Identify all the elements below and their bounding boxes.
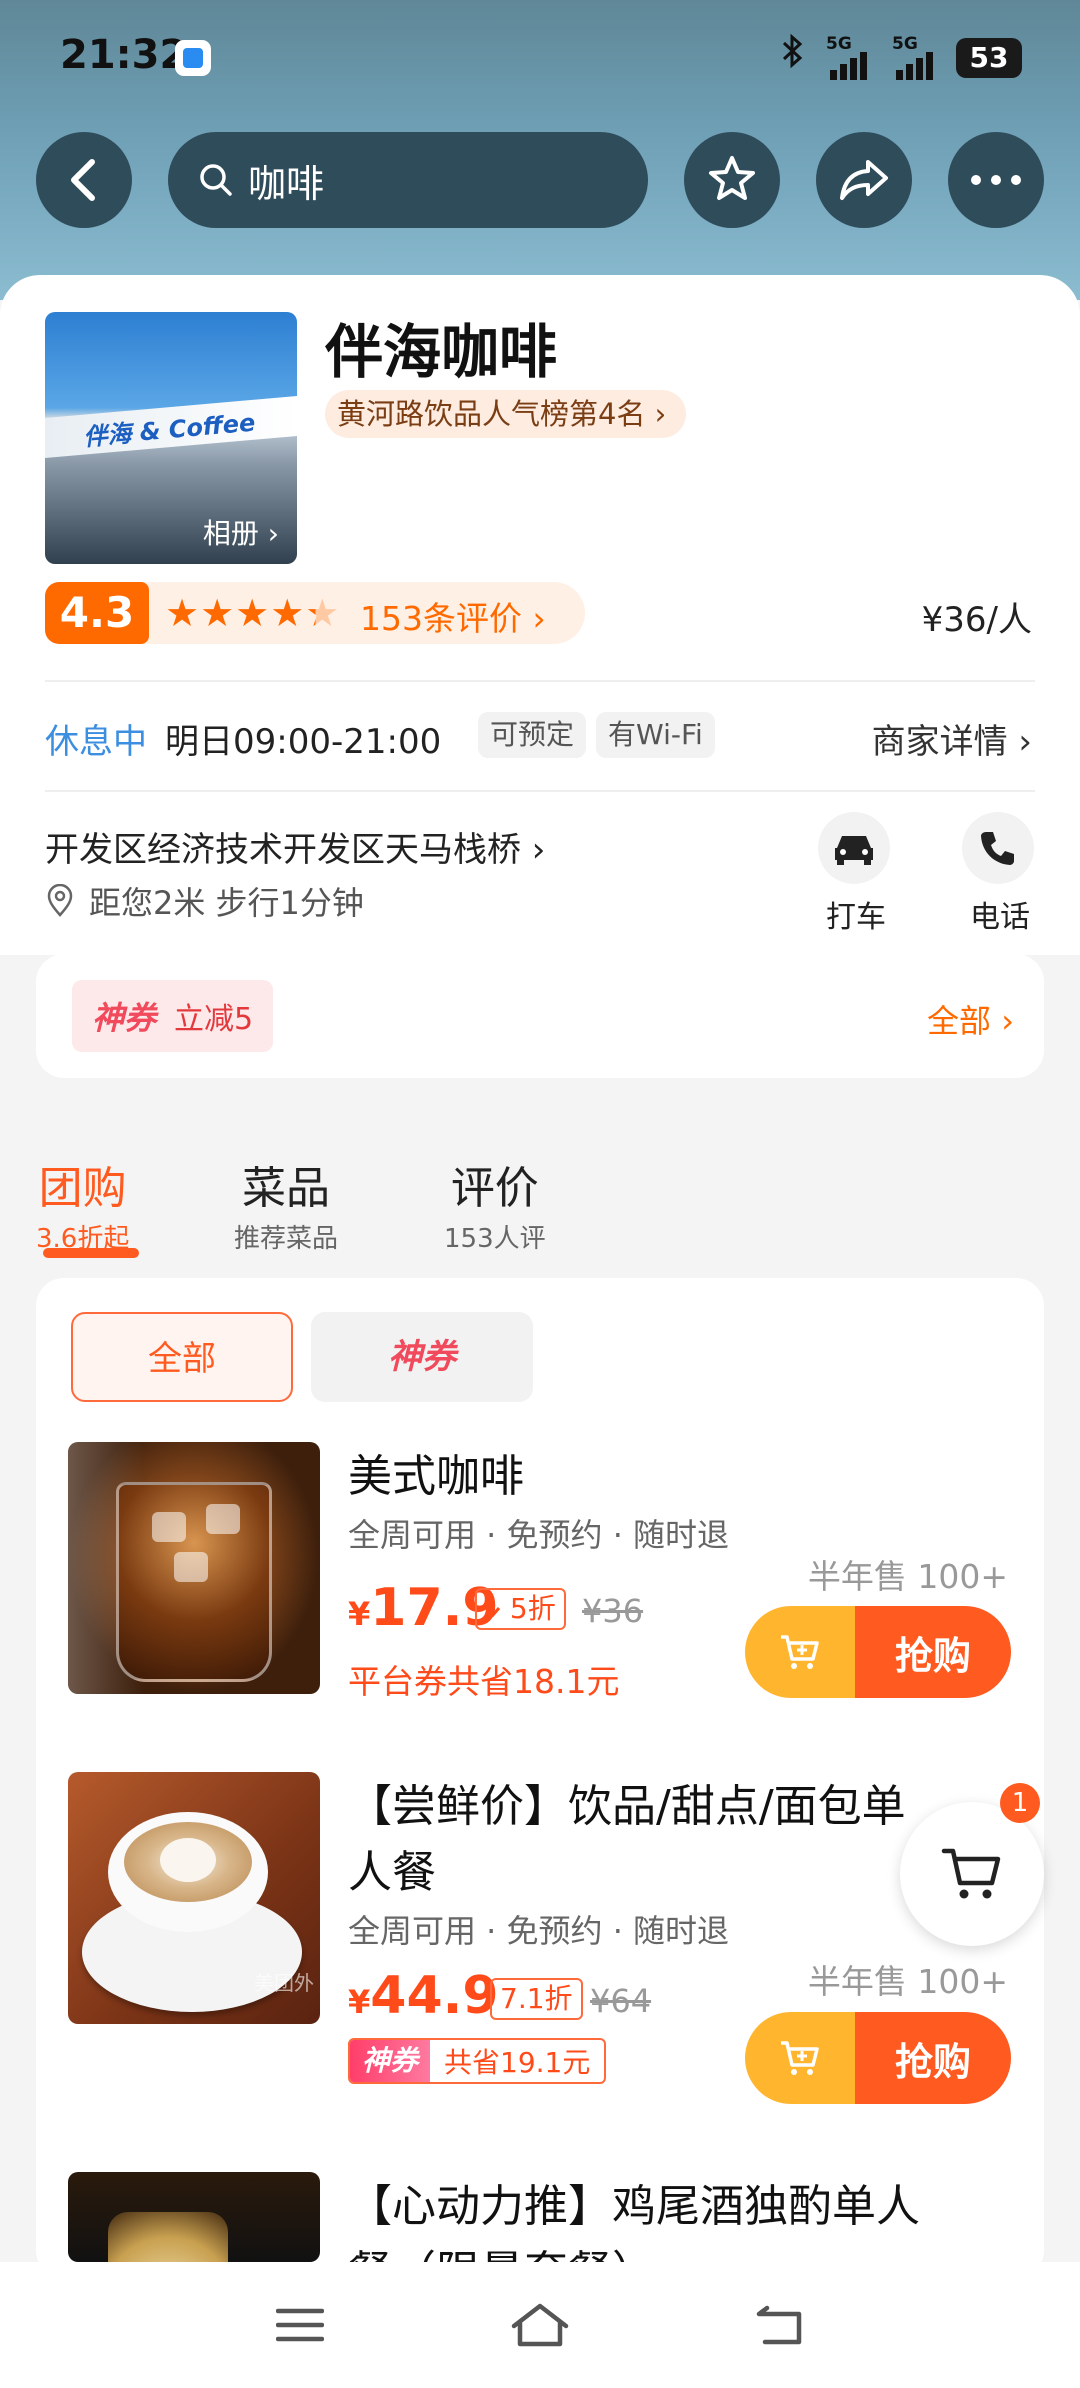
- down-arrow-icon: [485, 1598, 501, 1618]
- shop-detail-link[interactable]: 商家详情 ›: [872, 714, 1032, 763]
- home-nav-button[interactable]: [510, 2300, 570, 2350]
- phone-label: 电话: [970, 900, 1030, 935]
- filter-shen-coupon[interactable]: 神券: [311, 1312, 533, 1402]
- deal-title-line2[interactable]: 人餐: [348, 1836, 436, 1900]
- deal-subtitle: 全周可用 · 免预约 · 随时退: [348, 1516, 730, 1554]
- deal-sold: 半年售 100+: [807, 1962, 1008, 2001]
- back-button[interactable]: [36, 132, 132, 228]
- filter-all[interactable]: 全部: [71, 1312, 293, 1402]
- signal-icon: 5G: [826, 34, 890, 80]
- divider: [45, 790, 1035, 792]
- more-icon: [971, 175, 1021, 185]
- add-cart-icon[interactable]: [745, 2012, 855, 2104]
- coupon-all-link[interactable]: 全部 ›: [927, 996, 1014, 1042]
- cart-count-badge: 1: [1000, 1783, 1040, 1823]
- search-query: 咖啡: [248, 161, 325, 206]
- star-icon: [709, 156, 755, 200]
- back-nav-button[interactable]: [750, 2300, 810, 2350]
- car-icon: [835, 836, 873, 865]
- album-link[interactable]: 相册 ›: [203, 512, 279, 552]
- deal-discount-badge: 5折: [475, 1588, 566, 1630]
- deal-coupon-savings: 神券 共省19.1元: [348, 2038, 607, 2084]
- rank-badge[interactable]: 黄河路饮品人气榜第4名 ›: [325, 390, 687, 438]
- review-count: 153条评价 ›: [360, 599, 546, 638]
- home-icon: [511, 2303, 569, 2347]
- system-nav-bar: [0, 2262, 1080, 2388]
- back-arrow-icon: [71, 159, 95, 201]
- deal-image-americano[interactable]: [68, 1442, 320, 1694]
- deal-image-latte[interactable]: 美团外: [68, 1772, 320, 2024]
- shop-photo[interactable]: 伴海 & Coffee 相册 ›: [45, 312, 297, 564]
- signal-icon: 5G: [892, 34, 956, 80]
- avg-price: ¥36/人: [921, 600, 1032, 640]
- bluetooth-icon: [780, 33, 806, 77]
- coupon-offer: 立减5: [174, 1002, 254, 1037]
- floating-cart-button[interactable]: [900, 1802, 1044, 1946]
- distance-info: 距您2米 步行1分钟: [45, 878, 364, 924]
- tag-reservable: 可预定: [478, 712, 587, 758]
- cart-icon: [941, 1848, 1001, 1899]
- back-nav-icon: [756, 2305, 802, 2345]
- deal-title[interactable]: 美式咖啡: [348, 1440, 524, 1504]
- shop-name: 伴海咖啡: [325, 318, 558, 386]
- rating-score: 4.3: [45, 582, 149, 644]
- battery-indicator: 53: [956, 38, 1022, 78]
- open-status: 休息中: [45, 722, 147, 762]
- coupon-tag: 神券 立减5: [72, 980, 274, 1052]
- coupon-brand: 神券: [92, 999, 157, 1037]
- deal-title[interactable]: 【尝鲜价】饮品/甜点/面包单: [348, 1770, 906, 1834]
- deal-title-line2[interactable]: 餐（限量套餐）: [348, 2236, 656, 2262]
- share-icon: [840, 160, 888, 200]
- deal-image-cocktail[interactable]: [68, 2172, 320, 2262]
- status-bar: 21:32 5G 5G 53: [0, 0, 1080, 110]
- shop-address[interactable]: 开发区经济技术开发区天马栈桥 ›: [45, 822, 545, 871]
- phone-icon: [981, 832, 1014, 865]
- deal-savings: 平台券共省18.1元: [348, 1662, 620, 1701]
- deal-title[interactable]: 【心动力推】鸡尾酒独酌单人: [348, 2170, 920, 2234]
- deal-sold: 半年售 100+: [807, 1557, 1008, 1596]
- opening-hours: 明日09:00-21:00: [165, 722, 442, 762]
- image-watermark: 美团外: [254, 1971, 314, 1995]
- phone-button[interactable]: [962, 812, 1034, 884]
- location-pin-icon: [47, 884, 73, 917]
- taxi-label: 打车: [826, 900, 886, 935]
- search-input[interactable]: 咖啡: [168, 132, 648, 228]
- tab-group-buy[interactable]: 团购 3.6折起: [36, 1152, 129, 1255]
- tab-indicator: [43, 1248, 139, 1258]
- favorite-button[interactable]: [684, 132, 780, 228]
- more-button[interactable]: [948, 132, 1044, 228]
- tab-dishes[interactable]: 菜品 推荐菜品: [234, 1152, 338, 1255]
- search-icon: [200, 164, 232, 196]
- add-cart-icon[interactable]: [745, 1606, 855, 1698]
- coupon-banner[interactable]: 神券 立减5 全部 ›: [36, 954, 1044, 1078]
- photo-sign: 伴海 & Coffee: [82, 408, 257, 452]
- tab-reviews[interactable]: 评价 153人评: [444, 1152, 546, 1255]
- rating-stars: ★★★★★: [165, 591, 341, 635]
- deal-original-price: ¥36: [582, 1592, 644, 1630]
- rating-bar[interactable]: 4.3 ★★★★★ 153条评价 ›: [45, 582, 585, 644]
- deal-discount-badge: 7.1折: [490, 1978, 583, 2020]
- share-button[interactable]: [816, 132, 912, 228]
- app-notification-icon: [175, 40, 211, 76]
- deal-subtitle: 全周可用 · 免预约 · 随时退: [348, 1912, 730, 1950]
- buy-button[interactable]: 抢购: [745, 1606, 1011, 1698]
- buy-button[interactable]: 抢购: [745, 2012, 1011, 2104]
- deal-original-price: ¥64: [590, 1982, 652, 2020]
- menu-nav-button[interactable]: [270, 2300, 330, 2350]
- divider: [45, 680, 1035, 682]
- tag-wifi: 有Wi-Fi: [596, 712, 715, 758]
- deal-price: ¥44.9: [348, 1966, 499, 2026]
- taxi-button[interactable]: [818, 812, 890, 884]
- status-time: 21:32: [60, 32, 188, 78]
- menu-icon: [276, 2308, 324, 2342]
